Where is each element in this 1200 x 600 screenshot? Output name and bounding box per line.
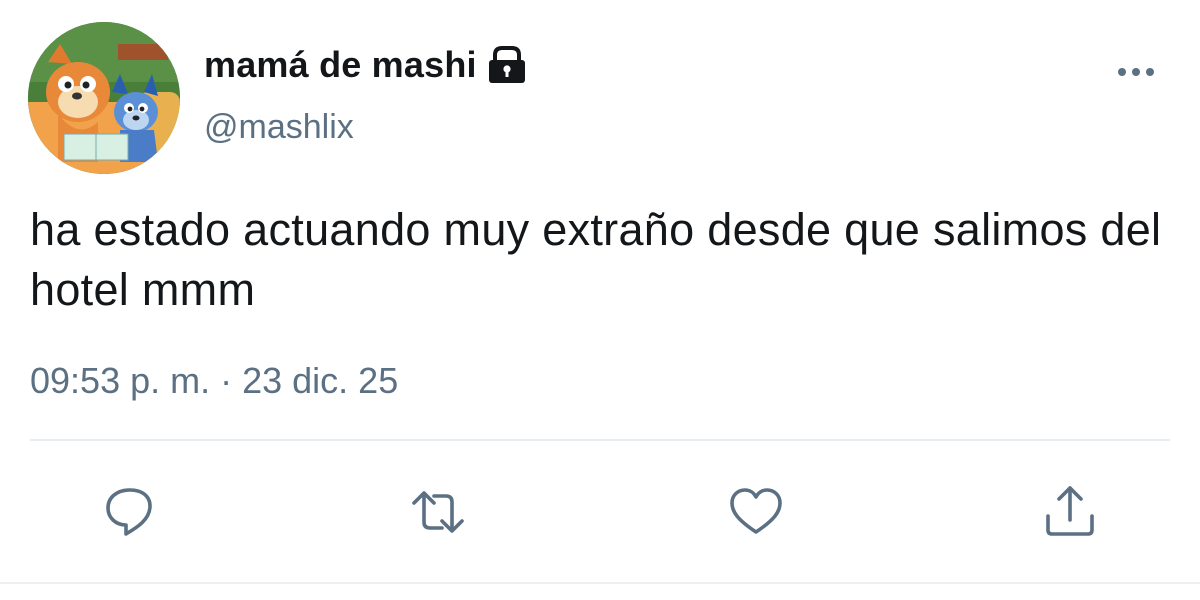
divider — [30, 439, 1170, 441]
user-handle[interactable]: @mashlix — [204, 108, 354, 147]
retweet-button[interactable] — [410, 484, 466, 540]
like-button[interactable] — [728, 484, 784, 540]
display-name-text: mamá de mashi — [204, 44, 477, 85]
tweet-card: mamá de mashi @mashlix ha estado actuand… — [0, 0, 1200, 600]
avatar[interactable] — [28, 22, 180, 174]
lock-icon — [485, 45, 529, 85]
retweet-icon — [412, 491, 464, 533]
tweet-timestamp[interactable]: 09:53 p. m. · 23 dic. 25 — [30, 360, 398, 402]
reply-button[interactable] — [102, 484, 158, 540]
share-icon — [1046, 486, 1094, 536]
tweet-text: ha estado actuando muy extraño desde que… — [30, 204, 1162, 315]
bottom-divider — [0, 582, 1200, 584]
display-name[interactable]: mamá de mashi — [204, 44, 529, 86]
more-options-icon[interactable] — [1114, 60, 1162, 84]
share-button[interactable] — [1042, 484, 1098, 540]
avatar-cartoon-dogs-icon — [28, 22, 180, 174]
heart-icon — [730, 488, 782, 534]
reply-icon — [106, 488, 152, 536]
